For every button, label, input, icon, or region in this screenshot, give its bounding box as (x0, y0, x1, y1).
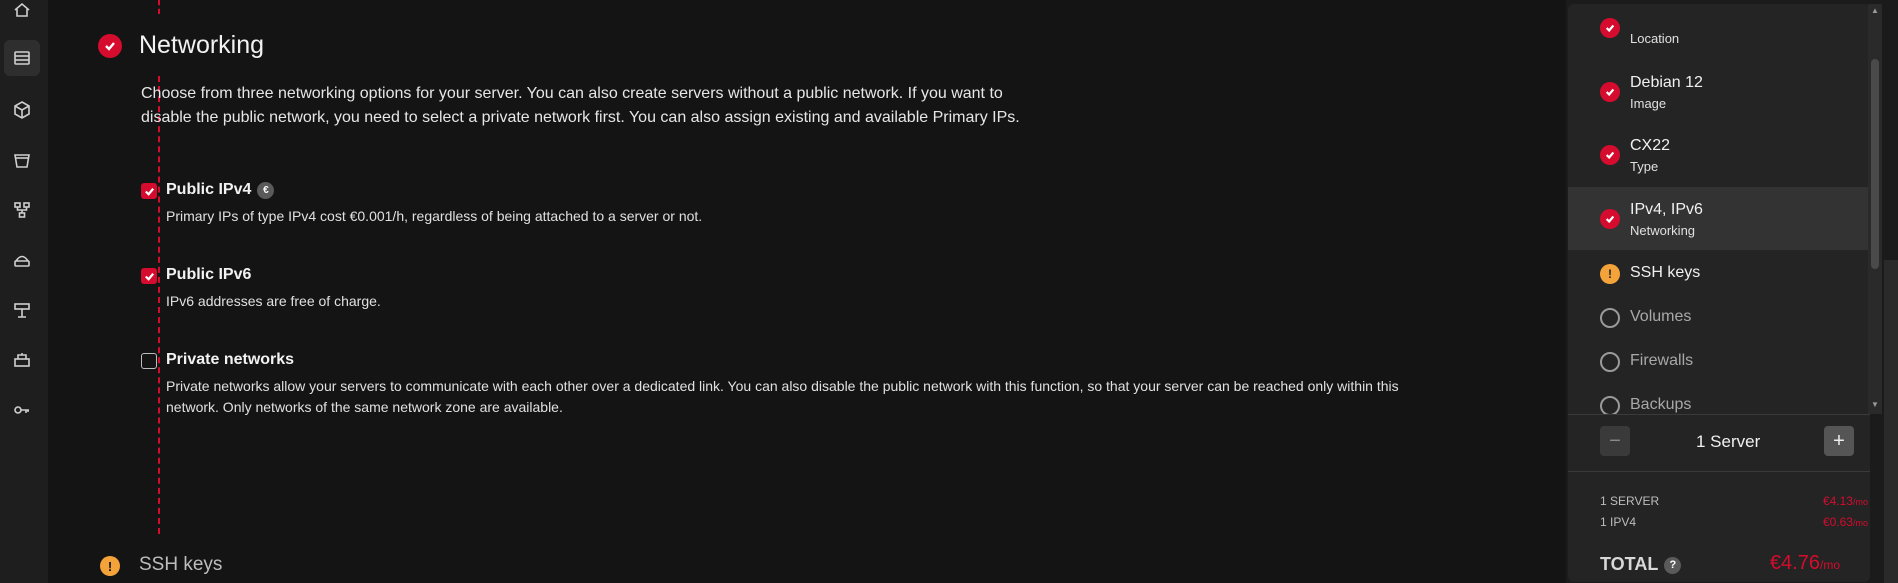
summary-step-firewalls[interactable]: Firewalls (1568, 344, 1870, 380)
summary-card: Location Debian 12 Image CX22 Type IPv4,… (1568, 4, 1870, 582)
summary-step-main: Firewalls (1630, 352, 1694, 369)
summary-step-main: CX22 (1630, 137, 1671, 154)
public-ipv4-description: Primary IPs of type IPv4 cost €0.001/h, … (166, 208, 703, 224)
scrollbar-thumb[interactable] (1871, 59, 1879, 269)
euro-badge-icon[interactable]: € (257, 182, 275, 199)
private-networks-title: Private networks (166, 351, 295, 368)
key-icon[interactable] (4, 392, 40, 428)
check-icon (1600, 82, 1620, 102)
check-icon (1600, 209, 1620, 229)
price-label: 1 SERVER (1600, 494, 1660, 508)
price-unit: /mo (1852, 497, 1868, 507)
summary-step-sub: Image (1630, 96, 1667, 111)
divider (1568, 471, 1870, 472)
empty-circle-icon (1600, 352, 1620, 372)
public-ipv6-checkbox[interactable] (141, 268, 157, 284)
network-icon[interactable] (4, 192, 40, 228)
summary-step-main: SSH keys (1630, 264, 1701, 281)
summary-step-main: IPv4, IPv6 (1630, 201, 1703, 218)
summary-step-location[interactable]: Location (1568, 4, 1870, 48)
timeline-line (158, 0, 160, 14)
warning-icon: ! (1600, 264, 1620, 284)
summary-step-sub: Networking (1630, 223, 1696, 238)
public-ipv4-title: Public IPv4 (166, 181, 252, 198)
summary-steps-list: Location Debian 12 Image CX22 Type IPv4,… (1568, 4, 1870, 414)
firewall-icon[interactable] (4, 292, 40, 328)
ssh-keys-step-title[interactable]: SSH keys (139, 554, 222, 576)
step-complete-check-icon (98, 34, 122, 58)
servers-icon[interactable] (4, 40, 40, 76)
page-scrollbar[interactable] (1884, 260, 1898, 583)
private-networks-checkbox[interactable] (141, 353, 157, 369)
bucket-icon[interactable] (4, 142, 40, 178)
summary-panel: Location Debian 12 Image CX22 Type IPv4,… (1566, 0, 1898, 583)
public-ipv4-label: Public IPv4 € (166, 181, 275, 199)
check-icon (1600, 18, 1620, 38)
private-networks-description: Private networks allow your servers to c… (166, 378, 1399, 415)
load-balancer-icon[interactable] (4, 242, 40, 278)
home-icon[interactable] (4, 0, 40, 28)
icon-rail (0, 0, 48, 583)
networking-intro: Choose from three networking options for… (141, 85, 1020, 126)
price-value: €0.63/mo (1823, 515, 1868, 529)
help-icon[interactable]: ? (1664, 556, 1682, 574)
empty-circle-icon (1600, 396, 1620, 414)
scroll-up-arrow-icon[interactable]: ▲ (1871, 6, 1879, 15)
total-value: €4.76/mo (1770, 552, 1840, 575)
summary-step-sub: Location (1630, 31, 1680, 46)
price-row-ipv4: 1 IPV4 €0.63/mo (1600, 515, 1868, 529)
timeline-line (158, 76, 160, 534)
public-ipv4-checkbox[interactable] (141, 183, 157, 199)
summary-step-main: Backups (1630, 396, 1692, 413)
decrease-quantity-button[interactable]: − (1600, 426, 1630, 456)
public-ipv6-description: IPv6 addresses are free of charge. (166, 293, 381, 309)
price-amount: €4.13 (1822, 494, 1853, 508)
price-amount: €0.63 (1822, 515, 1853, 529)
total-text: TOTAL (1600, 554, 1659, 574)
networking-title: Networking (139, 31, 265, 59)
empty-circle-icon (1600, 308, 1620, 328)
summary-step-backups[interactable]: Backups (1568, 388, 1870, 414)
warning-icon: ! (100, 556, 120, 576)
total-amount: €4.76 (1769, 552, 1820, 574)
public-ipv6-title: Public IPv6 (166, 266, 252, 283)
price-row-server: 1 SERVER €4.13/mo (1600, 494, 1868, 508)
summary-step-type[interactable]: CX22 Type (1568, 125, 1870, 179)
main-content: Networking Choose from three networking … (48, 0, 1566, 583)
summary-step-ssh-keys[interactable]: ! SSH keys (1568, 256, 1870, 292)
summary-step-volumes[interactable]: Volumes (1568, 300, 1870, 336)
summary-step-networking[interactable]: IPv4, IPv6 Networking (1568, 187, 1870, 250)
price-unit: /mo (1852, 518, 1868, 528)
check-icon (1600, 145, 1620, 165)
summary-step-main: Volumes (1630, 308, 1692, 325)
scroll-down-arrow-icon[interactable]: ▼ (1871, 400, 1879, 409)
price-label: 1 IPV4 (1600, 515, 1637, 529)
summary-step-sub: Type (1630, 159, 1659, 174)
divider (1568, 414, 1870, 415)
cube-icon[interactable] (4, 92, 40, 128)
total-label: TOTAL? (1600, 554, 1682, 575)
price-value: €4.13/mo (1823, 494, 1868, 508)
server-quantity-label: 1 Server (1696, 432, 1761, 451)
increase-quantity-button[interactable]: + (1824, 426, 1854, 456)
summary-step-image[interactable]: Debian 12 Image (1568, 62, 1870, 116)
summary-scrollbar[interactable]: ▲ ▼ (1868, 4, 1882, 414)
total-unit: /mo (1819, 558, 1840, 572)
summary-step-main: Debian 12 (1630, 74, 1703, 91)
floating-ip-icon[interactable] (4, 342, 40, 378)
